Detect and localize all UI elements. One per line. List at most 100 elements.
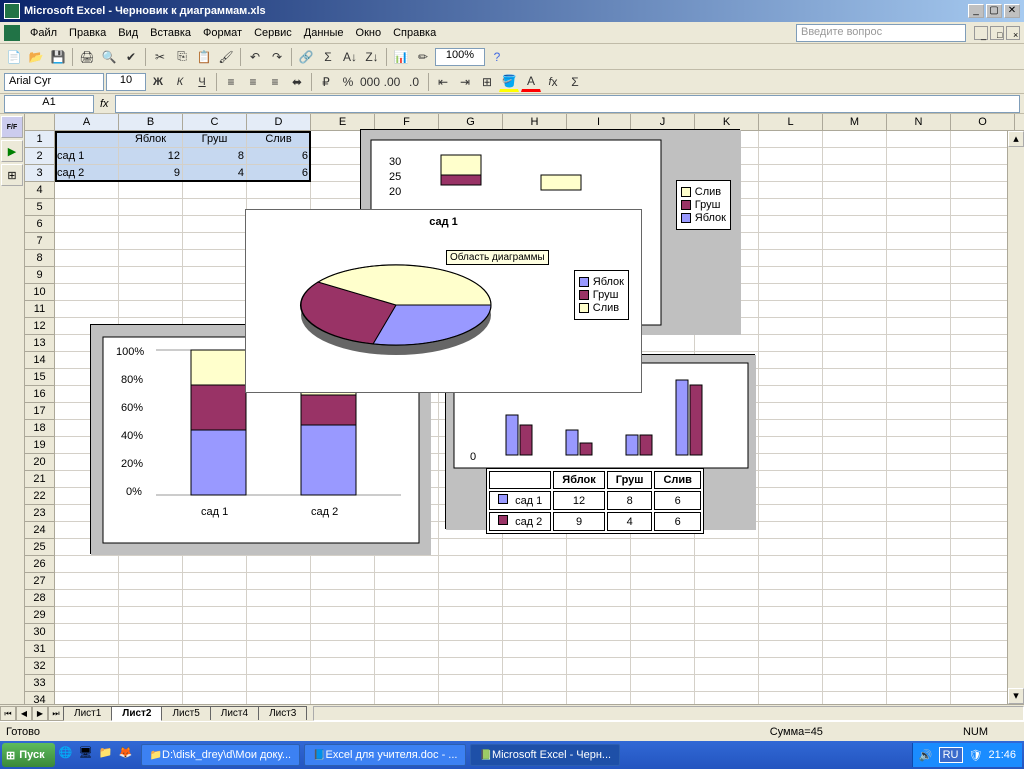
cell-L8[interactable] [759,250,823,267]
cut-button[interactable]: ✂ [150,47,170,67]
row-header-28[interactable]: 28 [25,590,55,607]
cell-C3[interactable]: 4 [183,165,247,182]
cell-M19[interactable] [823,437,887,454]
cell-N9[interactable] [887,267,951,284]
row-header-2[interactable]: 2 [25,148,55,165]
cell-D26[interactable] [247,556,311,573]
print-button[interactable]: 🖨 [77,47,97,67]
cell-N26[interactable] [887,556,951,573]
cell-B5[interactable] [119,199,183,216]
cell-L14[interactable] [759,352,823,369]
menu-insert[interactable]: Вставка [144,25,197,41]
ql-app2-icon[interactable]: 🦊 [119,746,137,764]
cell-N14[interactable] [887,352,951,369]
ql-ie-icon[interactable]: 🌐 [59,746,77,764]
row-header-12[interactable]: 12 [25,318,55,335]
cell-L24[interactable] [759,522,823,539]
row-header-18[interactable]: 18 [25,420,55,437]
cell-G25[interactable] [439,539,503,556]
row-header-29[interactable]: 29 [25,607,55,624]
mdi-restore-button[interactable]: □ [990,26,1004,40]
cell-O25[interactable] [951,539,1015,556]
cell-L16[interactable] [759,386,823,403]
cell-E29[interactable] [311,607,375,624]
cell-C9[interactable] [183,267,247,284]
row-header-34[interactable]: 34 [25,692,55,704]
cell-C32[interactable] [183,658,247,675]
cell-H25[interactable] [503,539,567,556]
side-button-2[interactable]: ▶ [1,140,23,162]
cell-O3[interactable] [951,165,1015,182]
cell-M33[interactable] [823,675,887,692]
cell-B26[interactable] [119,556,183,573]
cell-M15[interactable] [823,369,887,386]
cell-G30[interactable] [439,624,503,641]
undo-button[interactable]: ↶ [245,47,265,67]
drawing-button[interactable]: ✏ [413,47,433,67]
fill-color-button[interactable]: 🪣 [499,72,519,92]
row-header-11[interactable]: 11 [25,301,55,318]
cell-A4[interactable] [55,182,119,199]
cell-N30[interactable] [887,624,951,641]
cell-K33[interactable] [695,675,759,692]
cell-B28[interactable] [119,590,183,607]
function-button[interactable]: fx [543,72,563,92]
sheet-tab-Лист5[interactable]: Лист5 [161,706,210,720]
cell-O23[interactable] [951,505,1015,522]
cell-L15[interactable] [759,369,823,386]
row-header-10[interactable]: 10 [25,284,55,301]
cell-C6[interactable] [183,216,247,233]
cell-L32[interactable] [759,658,823,675]
cell-O29[interactable] [951,607,1015,624]
cell-N25[interactable] [887,539,951,556]
cell-M31[interactable] [823,641,887,658]
menu-window[interactable]: Окно [350,25,388,41]
cell-O5[interactable] [951,199,1015,216]
cell-G26[interactable] [439,556,503,573]
cell-N2[interactable] [887,148,951,165]
cell-A8[interactable] [55,250,119,267]
cell-B32[interactable] [119,658,183,675]
cell-N19[interactable] [887,437,951,454]
tab-nav-next[interactable]: ▶ [32,706,48,721]
cell-I25[interactable] [567,539,631,556]
save-button[interactable]: 💾 [48,47,68,67]
cell-B29[interactable] [119,607,183,624]
font-name-field[interactable]: Arial Cyr [4,73,104,91]
cell-C31[interactable] [183,641,247,658]
cell-L11[interactable] [759,301,823,318]
font-size-field[interactable]: 10 [106,73,146,91]
cell-O20[interactable] [951,454,1015,471]
cell-N21[interactable] [887,471,951,488]
cell-J31[interactable] [631,641,695,658]
cell-D3[interactable]: 6 [247,165,311,182]
cell-M8[interactable] [823,250,887,267]
cell-I32[interactable] [567,658,631,675]
cell-L17[interactable] [759,403,823,420]
cell-J25[interactable] [631,539,695,556]
cell-O33[interactable] [951,675,1015,692]
cell-G34[interactable] [439,692,503,704]
cell-N5[interactable] [887,199,951,216]
cell-O6[interactable] [951,216,1015,233]
cell-B11[interactable] [119,301,183,318]
cell-D2[interactable]: 6 [247,148,311,165]
help-button[interactable]: ? [487,47,507,67]
cell-L19[interactable] [759,437,823,454]
cell-B34[interactable] [119,692,183,704]
cell-L18[interactable] [759,420,823,437]
row-header-24[interactable]: 24 [25,522,55,539]
cell-E32[interactable] [311,658,375,675]
cell-H31[interactable] [503,641,567,658]
cell-O16[interactable] [951,386,1015,403]
maximize-button[interactable]: ▢ [986,4,1002,18]
cell-E31[interactable] [311,641,375,658]
cell-F31[interactable] [375,641,439,658]
row-header-31[interactable]: 31 [25,641,55,658]
row-header-32[interactable]: 32 [25,658,55,675]
cell-B7[interactable] [119,233,183,250]
menu-edit[interactable]: Правка [63,25,112,41]
cell-A30[interactable] [55,624,119,641]
taskbar-item-excel[interactable]: 📗 Microsoft Excel - Черн... [470,744,620,766]
cell-O21[interactable] [951,471,1015,488]
